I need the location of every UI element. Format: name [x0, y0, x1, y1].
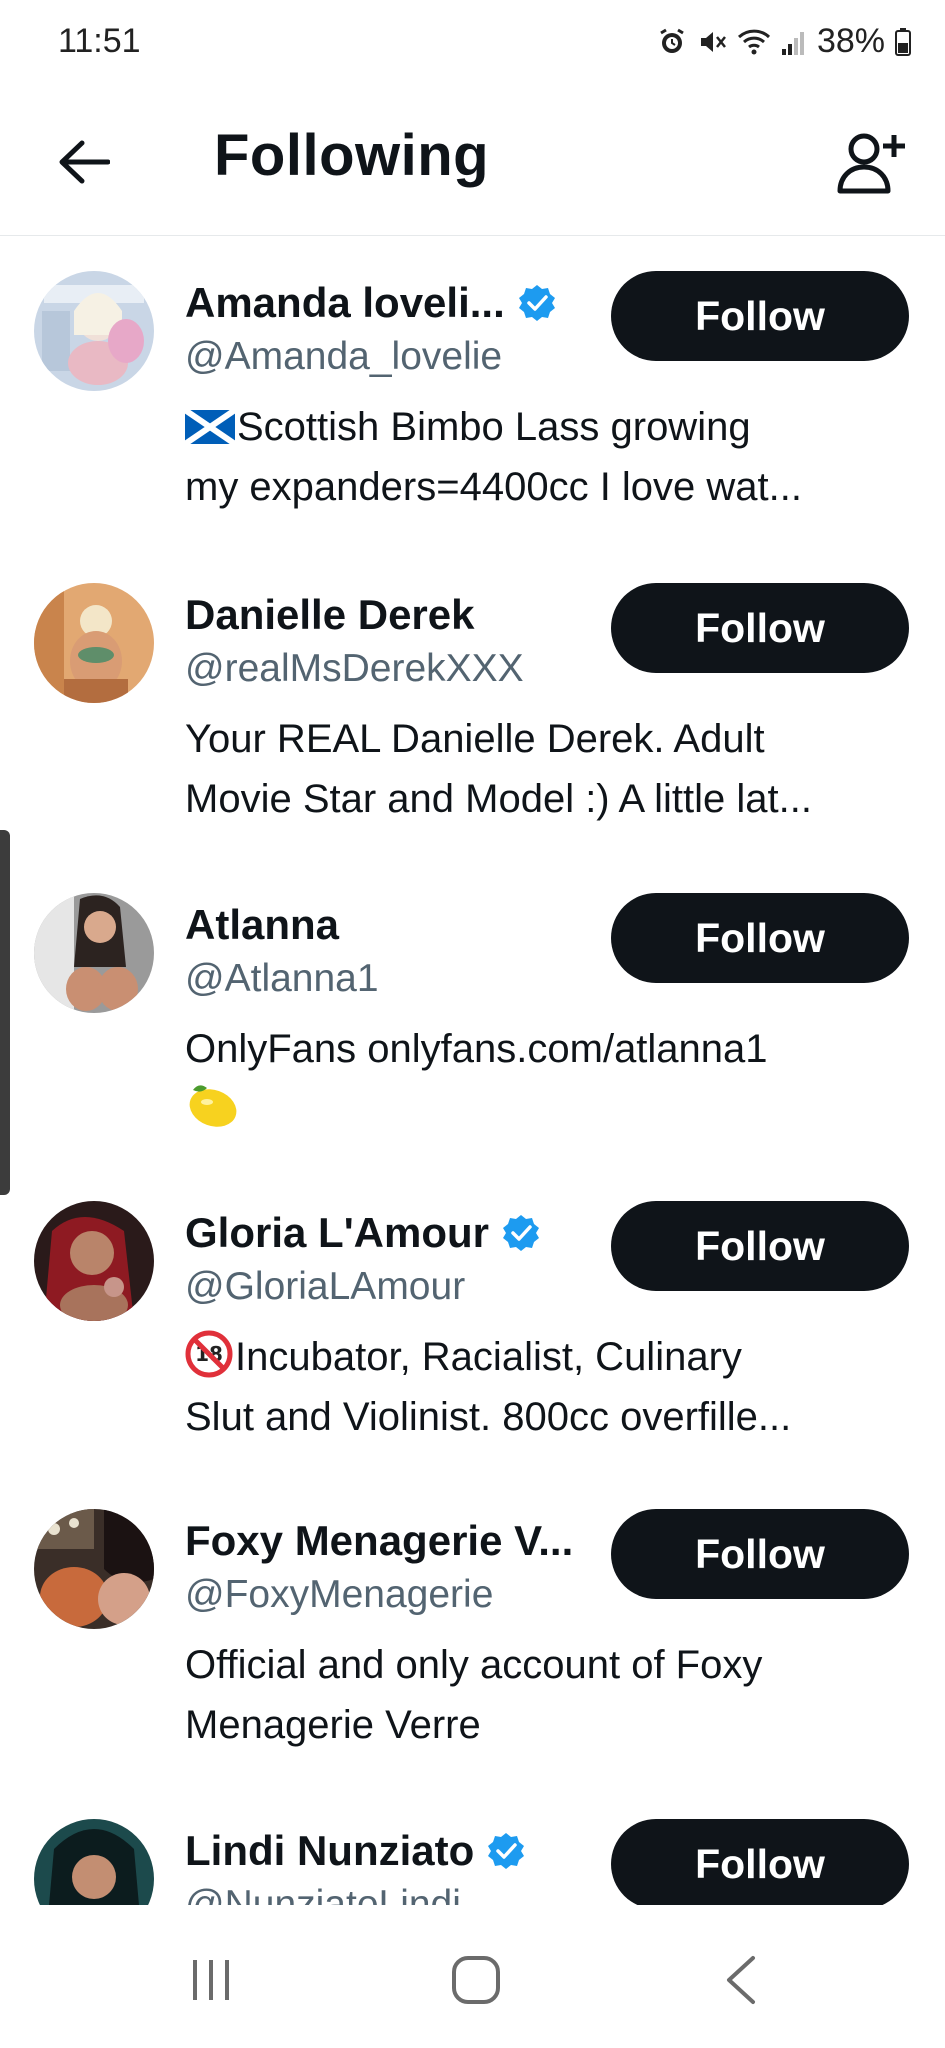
follow-button[interactable]: Follow: [611, 893, 909, 983]
avatar[interactable]: [34, 1201, 154, 1321]
battery-level: 38%: [816, 22, 885, 60]
status-time: 11:51: [58, 22, 141, 60]
account-handle[interactable]: @Amanda_lovelie: [185, 335, 502, 379]
following-list: Amanda loveli... @Amanda_lovelie Scottis…: [0, 237, 945, 1905]
bio-text-line-1: Incubator, Racialist, Culinary: [235, 1335, 742, 1379]
alarm-icon: [657, 27, 687, 57]
back-button[interactable]: [46, 124, 122, 200]
bio-line-2: [185, 1079, 915, 1139]
name-row: Lindi Nunziato: [185, 1827, 526, 1875]
follow-button[interactable]: Follow: [611, 1819, 909, 1905]
account-name[interactable]: Atlanna: [185, 901, 339, 949]
bio-line: 18Incubator, Racialist, Culinary: [185, 1327, 915, 1387]
account-handle[interactable]: @realMsDerekXXX: [185, 647, 524, 691]
no-under-18-icon: 18: [185, 1330, 233, 1378]
account-name[interactable]: Lindi Nunziato: [185, 1827, 474, 1875]
status-icons: 38%: [657, 22, 911, 61]
account-name[interactable]: Danielle Derek: [185, 591, 475, 639]
account-bio: OnlyFans onlyfans.com/atlanna1: [185, 1019, 915, 1139]
lemon-icon: [189, 1085, 237, 1127]
verified-badge-icon: [503, 1215, 540, 1251]
account-handle[interactable]: @FoxyMenagerie: [185, 1573, 493, 1617]
account-bio: Your REAL Danielle Derek. Adult Movie St…: [185, 709, 915, 829]
home-button[interactable]: [441, 1945, 511, 2015]
name-row: Gloria L'Amour: [185, 1209, 541, 1257]
system-nav-bar: [0, 1905, 945, 2048]
status-bar: 11:51 38%: [0, 0, 945, 92]
list-item[interactable]: Foxy Menagerie V... @FoxyMenagerie Offic…: [0, 1475, 945, 1785]
arrow-left-icon: [59, 140, 110, 184]
verified-badge-icon: [518, 285, 555, 321]
name-row: Amanda loveli...: [185, 279, 557, 327]
avatar[interactable]: [34, 1509, 154, 1629]
follow-button[interactable]: Follow: [611, 1201, 909, 1291]
top-app-bar: Following: [0, 92, 945, 236]
back-icon: [727, 1956, 755, 2004]
list-item[interactable]: Gloria L'Amour @GloriaLAmour 18Incubator…: [0, 1167, 945, 1477]
list-item[interactable]: Danielle Derek @realMsDerekXXX Your REAL…: [0, 549, 945, 859]
edge-panel-handle[interactable]: [0, 830, 10, 1195]
bio-text-line-2: Menagerie Verre: [185, 1703, 481, 1747]
scotland-flag-icon: [185, 410, 235, 444]
avatar[interactable]: [34, 893, 154, 1013]
system-back-button[interactable]: [706, 1945, 776, 2015]
battery-icon: [895, 27, 911, 57]
add-user-button[interactable]: [829, 120, 915, 206]
account-bio: 18Incubator, Racialist, Culinary Slut an…: [185, 1327, 915, 1447]
home-icon: [452, 1956, 500, 2004]
account-name[interactable]: Amanda loveli...: [185, 279, 505, 327]
bio-text-line-2: my expanders=4400cc I love wat...: [185, 465, 802, 509]
verified-badge-icon: [488, 1833, 525, 1869]
mute-icon: [697, 27, 727, 57]
follow-button[interactable]: Follow: [611, 1509, 909, 1599]
account-bio: Scottish Bimbo Lass growing my expanders…: [185, 397, 915, 517]
bio-text-line-2: Movie Star and Model :) A little lat...: [185, 777, 812, 821]
bio-text-line-1: Official and only account of Foxy: [185, 1643, 763, 1687]
account-handle[interactable]: @NunziatoLindi: [185, 1883, 461, 1905]
add-user-icon: [837, 133, 905, 194]
list-item[interactable]: Lindi Nunziato @NunziatoLindi Follow: [0, 1785, 945, 1905]
account-handle[interactable]: @Atlanna1: [185, 957, 379, 1001]
recent-apps-icon: [193, 1960, 229, 2000]
wifi-icon: [737, 27, 771, 57]
avatar[interactable]: [34, 271, 154, 391]
list-item[interactable]: Atlanna @Atlanna1 OnlyFans onlyfans.com/…: [0, 859, 945, 1169]
bio-text-line-1: OnlyFans onlyfans.com/atlanna1: [185, 1027, 768, 1071]
avatar[interactable]: [34, 583, 154, 703]
follow-button[interactable]: Follow: [611, 583, 909, 673]
name-row: Atlanna: [185, 901, 339, 949]
bio-text-line-2: Slut and Violinist. 800cc overfille...: [185, 1395, 792, 1439]
name-row: Danielle Derek: [185, 591, 475, 639]
follow-button[interactable]: Follow: [611, 271, 909, 361]
list-item[interactable]: Amanda loveli... @Amanda_lovelie Scottis…: [0, 237, 945, 547]
account-bio: Official and only account of Foxy Menage…: [185, 1635, 915, 1755]
account-name[interactable]: Foxy Menagerie V...: [185, 1517, 573, 1565]
bio-text-line-1: Your REAL Danielle Derek. Adult: [185, 717, 765, 761]
account-name[interactable]: Gloria L'Amour: [185, 1209, 489, 1257]
bio-text-line-1: Scottish Bimbo Lass growing: [237, 405, 751, 449]
name-row: Foxy Menagerie V...: [185, 1517, 573, 1565]
avatar[interactable]: [34, 1819, 154, 1905]
account-handle[interactable]: @GloriaLAmour: [185, 1265, 465, 1309]
page-title: Following: [214, 123, 490, 188]
recent-apps-button[interactable]: [176, 1945, 246, 2015]
signal-icon: [781, 27, 807, 57]
bio-line: Scottish Bimbo Lass growing: [185, 397, 915, 457]
